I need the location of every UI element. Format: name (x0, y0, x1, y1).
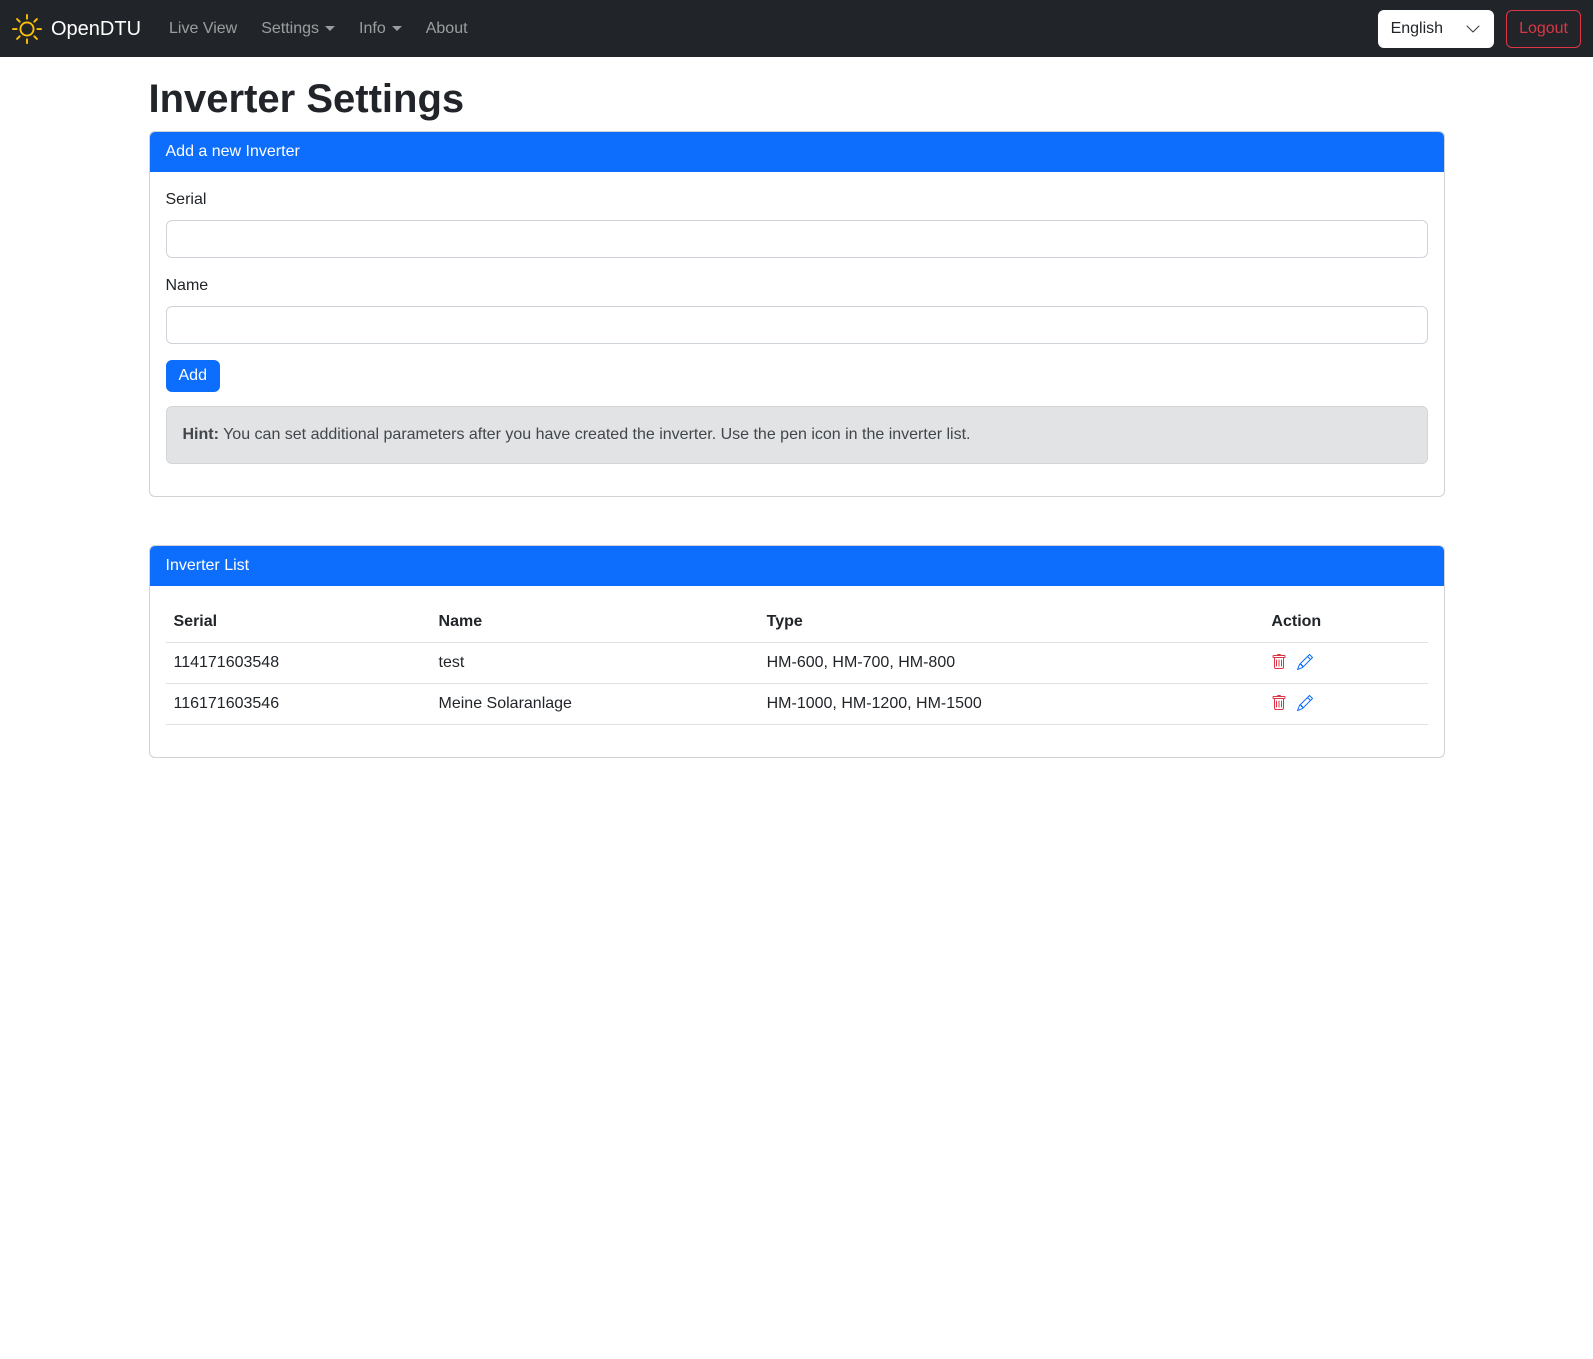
top-navbar: OpenDTU Live View Settings Info About En… (0, 0, 1593, 57)
hint-alert: Hint: You can set additional parameters … (166, 406, 1428, 464)
nav-item-settings-label: Settings (261, 17, 319, 41)
hint-text: You can set additional parameters after … (223, 426, 970, 443)
cell-type: HM-600, HM-700, HM-800 (759, 643, 1264, 684)
page-title: Inverter Settings (149, 75, 1445, 123)
cell-serial: 116171603546 (166, 684, 431, 725)
inverter-list-card-body: Serial Name Type Action 114171603548 tes… (150, 586, 1444, 757)
name-label: Name (166, 274, 209, 298)
trash-icon (1271, 695, 1287, 714)
table-row: 114171603548 test HM-600, HM-700, HM-800 (166, 643, 1428, 684)
chevron-down-icon (392, 26, 402, 31)
nav-item-info-label: Info (359, 17, 386, 41)
serial-label: Serial (166, 188, 207, 212)
pencil-icon (1297, 654, 1313, 673)
language-selected-value: English (1391, 17, 1443, 41)
delete-inverter-button[interactable] (1271, 695, 1287, 714)
add-inverter-card: Add a new Inverter Serial Name Add Hint:… (149, 131, 1445, 497)
pencil-icon (1297, 695, 1313, 714)
nav-item-live-view[interactable]: Live View (161, 9, 245, 49)
table-row: 116171603546 Meine Solaranlage HM-1000, … (166, 684, 1428, 725)
add-button[interactable]: Add (166, 360, 220, 392)
table-header-row: Serial Name Type Action (166, 602, 1428, 643)
chevron-down-icon (325, 26, 335, 31)
cell-name: Meine Solaranlage (431, 684, 759, 725)
edit-inverter-button[interactable] (1297, 654, 1313, 673)
inverter-table: Serial Name Type Action 114171603548 tes… (166, 602, 1428, 725)
column-header-type: Type (759, 602, 1264, 643)
hint-label: Hint: (183, 426, 219, 443)
cell-serial: 114171603548 (166, 643, 431, 684)
inverter-list-card: Inverter List Serial Name Type Action 11… (149, 545, 1445, 758)
name-input[interactable] (166, 306, 1428, 344)
nav-item-info[interactable]: Info (351, 9, 410, 49)
nav-item-about[interactable]: About (418, 9, 476, 49)
action-cell (1271, 695, 1419, 714)
column-header-action: Action (1263, 602, 1427, 643)
logout-button[interactable]: Logout (1506, 10, 1581, 48)
edit-inverter-button[interactable] (1297, 695, 1313, 714)
delete-inverter-button[interactable] (1271, 654, 1287, 673)
cell-name: test (431, 643, 759, 684)
cell-type: HM-1000, HM-1200, HM-1500 (759, 684, 1264, 725)
nav-item-settings[interactable]: Settings (253, 9, 343, 49)
language-select[interactable]: English (1378, 10, 1494, 48)
nav-links: Live View Settings Info About (157, 9, 480, 49)
action-cell (1271, 654, 1419, 673)
trash-icon (1271, 654, 1287, 673)
main-content: Inverter Settings Add a new Inverter Ser… (137, 75, 1457, 758)
add-inverter-card-body: Serial Name Add Hint: You can set additi… (150, 172, 1444, 496)
column-header-serial: Serial (166, 602, 431, 643)
add-inverter-card-header: Add a new Inverter (150, 132, 1444, 172)
column-header-name: Name (431, 602, 759, 643)
serial-input[interactable] (166, 220, 1428, 258)
brand-link[interactable]: OpenDTU (12, 14, 141, 44)
brand-label: OpenDTU (51, 14, 141, 44)
inverter-list-card-header: Inverter List (150, 546, 1444, 586)
chevron-down-icon (1465, 21, 1481, 37)
sun-icon (12, 14, 42, 44)
